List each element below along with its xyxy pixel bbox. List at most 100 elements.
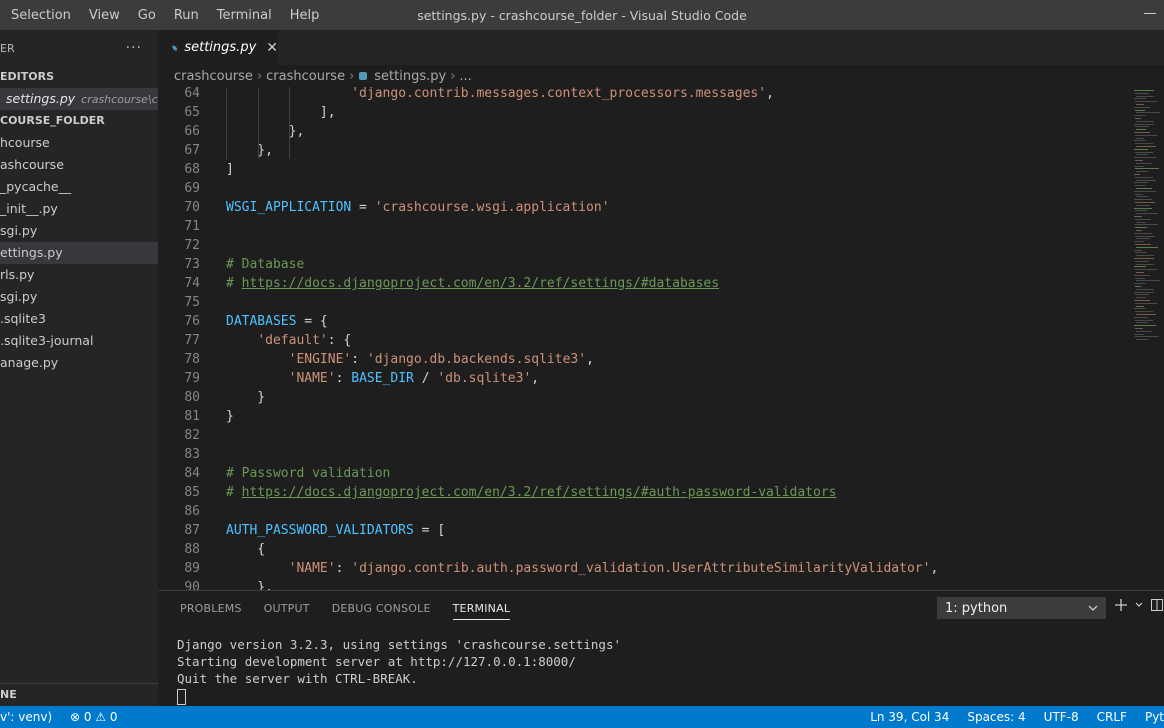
tree-item[interactable]: rls.py (0, 264, 158, 286)
open-editor-item[interactable]: settings.py crashcourse\cr... (0, 88, 158, 110)
code-line[interactable]: 82 (158, 426, 1134, 445)
minimap-line (1136, 339, 1148, 341)
terminal-prompt (177, 687, 621, 705)
tree-item[interactable]: .sqlite3-journal (0, 330, 158, 352)
code-line[interactable]: 76 DATABASES = { (158, 312, 1134, 331)
code-token: DATABASES (226, 314, 297, 329)
menu-go[interactable]: Go (127, 8, 163, 23)
code-token: / (413, 371, 438, 386)
minimap-line (1136, 179, 1156, 181)
open-editors-section[interactable]: EDITORS (0, 66, 158, 88)
tree-item[interactable]: anage.py (0, 352, 158, 374)
menu-run[interactable]: Run (163, 8, 206, 23)
code-line[interactable]: 69 (158, 179, 1134, 198)
minimap-line (1134, 216, 1142, 217)
breadcrumb-item[interactable]: crashcourse (266, 69, 345, 84)
breadcrumb-item[interactable]: settings.py (374, 69, 446, 84)
code-editor[interactable]: 64 'django.contrib.messages.context_proc… (158, 87, 1134, 590)
code-line[interactable]: 68] (158, 160, 1134, 179)
terminal-output[interactable]: Django version 3.2.3, using settings 'cr… (177, 636, 621, 705)
split-terminal-icon[interactable] (1151, 599, 1163, 611)
problems-count[interactable]: ⊗ 0 ⚠ 0 (70, 710, 118, 724)
code-line[interactable]: 78 'ENGINE': 'django.db.backends.sqlite3… (158, 350, 1134, 369)
minimize-icon[interactable] (1144, 13, 1156, 14)
cursor-position[interactable]: Ln 39, Col 34 (870, 710, 949, 724)
breadcrumb-item[interactable]: crashcourse (174, 69, 253, 84)
tree-item[interactable]: ashcourse (0, 154, 158, 176)
language-mode[interactable]: Pyt (1145, 710, 1164, 724)
minimap-line (1134, 333, 1144, 335)
code-line[interactable]: 74 # https://docs.djangoproject.com/en/3.… (158, 274, 1134, 293)
code-line[interactable]: 72 (158, 236, 1134, 255)
minimap-line (1134, 300, 1150, 301)
tree-item[interactable]: sgi.py (0, 286, 158, 308)
line-number: 82 (184, 428, 200, 443)
code-line[interactable]: 90 }, (158, 578, 1134, 590)
code-text: # Password validation (226, 464, 390, 483)
minimap-line (1134, 199, 1152, 201)
minimap-line (1135, 151, 1153, 153)
code-line[interactable]: 85 # https://docs.djangoproject.com/en/3.… (158, 483, 1134, 502)
code-line[interactable]: 66 }, (158, 122, 1134, 141)
tree-item[interactable]: hcourse (0, 132, 158, 154)
chevron-down-icon[interactable] (1135, 599, 1143, 611)
code-line[interactable]: 79 'NAME': BASE_DIR / 'db.sqlite3', (158, 369, 1134, 388)
encoding[interactable]: UTF-8 (1044, 710, 1079, 724)
code-token: ] (226, 162, 234, 177)
tree-item[interactable]: _init__.py (0, 198, 158, 220)
code-line[interactable]: 71 (158, 217, 1134, 236)
line-number: 87 (184, 523, 200, 538)
tab-output[interactable]: OUTPUT (264, 602, 310, 615)
terminal-line: Quit the server with CTRL-BREAK. (177, 671, 418, 686)
code-line[interactable]: 77 'default': { (158, 331, 1134, 350)
tab-settings-py[interactable]: settings.py ✕ (158, 30, 278, 65)
code-token: ], (226, 105, 336, 120)
tree-item[interactable]: _pycache__ (0, 176, 158, 198)
minimap-line (1135, 252, 1147, 254)
code-line[interactable]: 80 } (158, 388, 1134, 407)
menu-selection[interactable]: Selection (0, 8, 78, 23)
tree-item[interactable]: .sqlite3 (0, 308, 158, 330)
code-text: AUTH_PASSWORD_VALIDATORS = [ (226, 521, 445, 540)
code-line[interactable]: 75 (158, 293, 1134, 312)
code-line[interactable]: 65 ], (158, 103, 1134, 122)
minimap-line (1134, 106, 1150, 108)
breadcrumb-item[interactable]: ... (459, 69, 471, 84)
terminal-select[interactable]: 1: python (937, 597, 1106, 619)
status-bar: v': venv) ⊗ 0 ⚠ 0 Ln 39, Col 34 Spaces: … (0, 706, 1164, 728)
plus-icon[interactable] (1115, 599, 1127, 611)
menu-terminal[interactable]: Terminal (206, 8, 279, 23)
code-line[interactable]: 70 WSGI_APPLICATION = 'crashcourse.wsgi.a… (158, 198, 1134, 217)
minimap[interactable] (1134, 87, 1164, 590)
outline-section[interactable]: NE (0, 683, 158, 706)
code-token: = [ (413, 523, 446, 538)
tree-item-active[interactable]: ettings.py (0, 242, 158, 264)
code-line[interactable]: 84 # Password validation (158, 464, 1134, 483)
line-number: 65 (184, 105, 200, 120)
line-endings[interactable]: CRLF (1097, 710, 1127, 724)
tab-problems[interactable]: PROBLEMS (180, 602, 242, 615)
code-line[interactable]: 89 'NAME': 'django.contrib.auth.password… (158, 559, 1134, 578)
code-line[interactable]: 73 # Database (158, 255, 1134, 274)
code-line[interactable]: 64 'django.contrib.messages.context_proc… (158, 87, 1134, 103)
code-line[interactable]: 67 }, (158, 141, 1134, 160)
python-interpreter[interactable]: v': venv) (0, 710, 52, 724)
code-line[interactable]: 81} (158, 407, 1134, 426)
tab-terminal[interactable]: TERMINAL (452, 602, 511, 620)
code-line[interactable]: 87 AUTH_PASSWORD_VALIDATORS = [ (158, 521, 1134, 540)
tree-item[interactable]: sgi.py (0, 220, 158, 242)
tab-debug-console[interactable]: DEBUG CONSOLE (332, 602, 431, 615)
more-actions-icon[interactable]: ··· (126, 40, 142, 56)
indentation[interactable]: Spaces: 4 (967, 710, 1025, 724)
close-icon[interactable]: ✕ (266, 40, 278, 56)
code-line[interactable]: 83 (158, 445, 1134, 464)
folder-section[interactable]: COURSE_FOLDER (0, 110, 158, 132)
menu-view[interactable]: View (78, 8, 127, 23)
line-number: 79 (184, 371, 200, 386)
menu-help[interactable]: Help (279, 8, 327, 23)
code-line[interactable]: 88 { (158, 540, 1134, 559)
code-line[interactable]: 86 (158, 502, 1134, 521)
terminal-select-value: 1: python (945, 600, 1008, 616)
code-token: BASE_DIR (351, 371, 414, 386)
